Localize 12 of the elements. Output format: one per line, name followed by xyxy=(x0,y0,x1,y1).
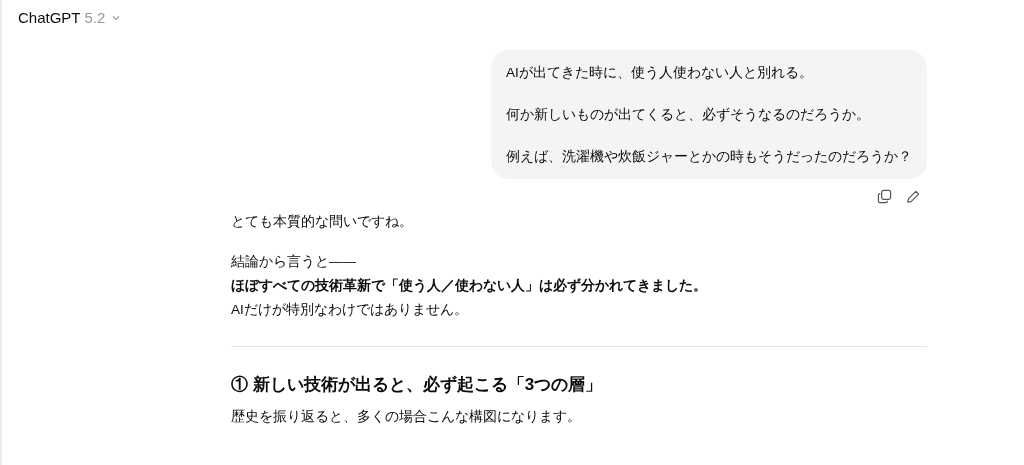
section-heading: ① 新しい技術が出ると、必ず起こる「3つの層」 xyxy=(231,374,604,396)
message-text: 何か新しいものが出てくると、必ずそうなるのだろうか。 xyxy=(506,106,871,124)
response-text: ほぼすべての技術革新で「使う人／使わない人」は必ず分かれてきました。 xyxy=(231,277,708,295)
model-title[interactable]: ChatGPT xyxy=(18,6,81,30)
message-text: 例えば、洗濯機や炊飯ジャーとかの時もそうだったのだろうか？ xyxy=(506,148,912,166)
copy-icon[interactable] xyxy=(877,189,892,204)
response-text: とても本質的な問いですね。 xyxy=(231,213,414,231)
edit-icon[interactable] xyxy=(906,189,921,204)
response-text: 歴史を振り返ると、多くの場合こんな構図になります。 xyxy=(231,408,582,426)
message-text: AIが出てきた時に、使う人使わない人と別れる。 xyxy=(506,64,814,82)
response-text: 結論から言うと―― xyxy=(231,253,357,271)
response-text: AIだけが特別なわけではありません。 xyxy=(231,301,469,319)
